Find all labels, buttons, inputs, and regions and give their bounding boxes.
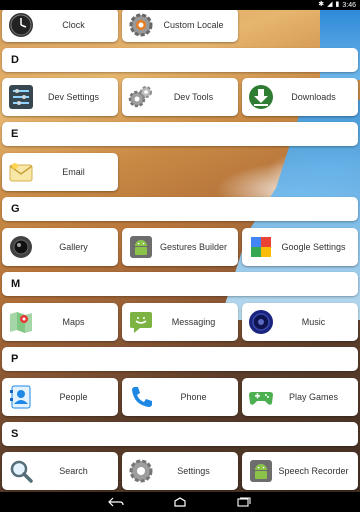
app-tile-music[interactable]: Music bbox=[242, 303, 358, 341]
section-header-s: S bbox=[2, 422, 358, 446]
magnifier-icon bbox=[7, 457, 35, 485]
app-tile-dev-settings[interactable]: Dev Settings bbox=[2, 78, 118, 116]
app-tile-dev-tools[interactable]: Dev Tools bbox=[122, 78, 238, 116]
app-label: Speech Recorder bbox=[278, 466, 349, 476]
status-bar: ✱ ◢ ▮ 3:46 bbox=[0, 0, 360, 10]
app-tile-gestures-builder[interactable]: Gestures Builder bbox=[122, 228, 238, 266]
app-label: Google Settings bbox=[281, 242, 346, 252]
download-icon bbox=[247, 83, 275, 111]
contact-icon bbox=[7, 383, 35, 411]
app-tile-gallery[interactable]: Gallery bbox=[2, 228, 118, 266]
app-label: Clock bbox=[62, 20, 85, 30]
app-tile-maps[interactable]: Maps bbox=[2, 303, 118, 341]
app-tile-downloads[interactable]: Downloads bbox=[242, 78, 358, 116]
app-tile-people[interactable]: People bbox=[2, 378, 118, 416]
app-label: Dev Settings bbox=[47, 92, 100, 102]
app-label: Music bbox=[301, 317, 326, 327]
app-label: Email bbox=[62, 167, 85, 177]
app-label: Maps bbox=[62, 317, 85, 327]
app-label: Downloads bbox=[291, 92, 336, 102]
app-tile-google-settings[interactable]: Google Settings bbox=[242, 228, 358, 266]
app-tile-speech-recorder[interactable]: Speech Recorder bbox=[242, 452, 358, 490]
battery-icon: ▮ bbox=[335, 1, 340, 8]
app-tile-search[interactable]: Search bbox=[2, 452, 118, 490]
app-label: Phone bbox=[180, 392, 207, 402]
phone-handset-icon bbox=[127, 383, 155, 411]
app-tile-clock[interactable]: Clock bbox=[2, 8, 118, 42]
recents-icon bbox=[237, 497, 251, 507]
app-label: Custom Locale bbox=[163, 20, 224, 30]
home-icon bbox=[174, 497, 186, 507]
android-icon bbox=[127, 233, 155, 261]
app-tile-email[interactable]: Email bbox=[2, 153, 118, 191]
section-header-g: G bbox=[2, 197, 358, 221]
app-tile-messaging[interactable]: Messaging bbox=[122, 303, 238, 341]
gear-icon bbox=[127, 11, 155, 39]
back-button[interactable] bbox=[104, 495, 128, 509]
app-label: Dev Tools bbox=[173, 92, 214, 102]
app-tile-settings[interactable]: Settings bbox=[122, 452, 238, 490]
chat-bubble-icon bbox=[127, 308, 155, 336]
app-label: Messaging bbox=[171, 317, 216, 327]
app-label: People bbox=[59, 392, 88, 402]
home-button[interactable] bbox=[168, 495, 192, 509]
status-time: 3:46 bbox=[342, 1, 356, 9]
gear-icon bbox=[127, 457, 155, 485]
section-header-m: M bbox=[2, 272, 358, 296]
camera-lens-icon bbox=[7, 233, 35, 261]
section-header-p: P bbox=[2, 347, 358, 371]
app-label: Search bbox=[59, 466, 88, 476]
gamepad-icon bbox=[247, 383, 275, 411]
speaker-icon bbox=[247, 308, 275, 336]
app-label: Settings bbox=[177, 466, 210, 476]
clock-icon bbox=[7, 11, 35, 39]
app-tile-play-games[interactable]: Play Games bbox=[242, 378, 358, 416]
puzzle-icon bbox=[247, 233, 275, 261]
map-icon bbox=[7, 308, 35, 336]
app-tile-phone[interactable]: Phone bbox=[122, 378, 238, 416]
bluetooth-icon: ✱ bbox=[318, 1, 325, 8]
wifi-icon: ◢ bbox=[327, 1, 333, 8]
envelope-icon bbox=[7, 158, 35, 186]
app-label: Gallery bbox=[59, 242, 88, 252]
back-arrow-icon bbox=[108, 497, 124, 507]
app-label: Gestures Builder bbox=[159, 242, 228, 252]
app-tile-custom-locale[interactable]: Custom Locale bbox=[122, 8, 238, 42]
gears-icon bbox=[127, 83, 155, 111]
android-icon bbox=[247, 457, 275, 485]
settings-list-icon bbox=[7, 83, 35, 111]
recents-button[interactable] bbox=[232, 495, 256, 509]
section-header-d: D bbox=[2, 48, 358, 72]
app-label: Play Games bbox=[288, 392, 339, 402]
navigation-bar bbox=[0, 492, 360, 512]
section-header-e: E bbox=[2, 122, 358, 146]
